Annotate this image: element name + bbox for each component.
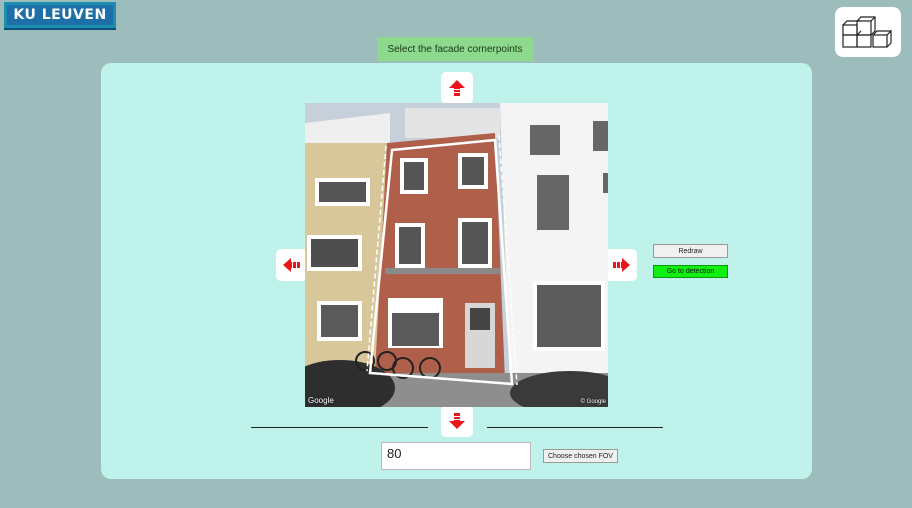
- image-watermark-right: © Google: [580, 399, 606, 405]
- divider-left: [251, 427, 428, 428]
- fov-input[interactable]: 80: [381, 442, 531, 470]
- choose-fov-button[interactable]: Choose chosen FOV: [543, 449, 618, 463]
- move-left-button[interactable]: [276, 249, 308, 281]
- facade-image[interactable]: Google © Google: [305, 103, 608, 407]
- move-right-button[interactable]: [605, 249, 637, 281]
- move-down-button[interactable]: [441, 405, 473, 437]
- ku-leuven-logo: KU LEUVEN: [4, 2, 116, 30]
- logo-text: KU LEUVEN: [7, 5, 113, 25]
- instruction-text: Select the facade cornerpoints: [387, 43, 523, 55]
- go-to-detection-button[interactable]: Go to detection: [653, 265, 728, 278]
- move-up-button[interactable]: [441, 72, 473, 104]
- arrow-up-icon: [449, 80, 465, 96]
- instruction-banner: Select the facade cornerpoints: [377, 37, 533, 61]
- arrow-down-icon: [449, 413, 465, 429]
- arrow-right-icon: [613, 258, 630, 272]
- redraw-button[interactable]: Redraw: [653, 244, 728, 258]
- image-watermark-left: Google: [308, 396, 334, 405]
- divider-right: [487, 427, 663, 428]
- app-icon[interactable]: [835, 7, 901, 57]
- arrow-left-icon: [283, 258, 300, 272]
- stacked-boxes-icon: [842, 16, 892, 48]
- facade-photo-illustration: [305, 103, 608, 407]
